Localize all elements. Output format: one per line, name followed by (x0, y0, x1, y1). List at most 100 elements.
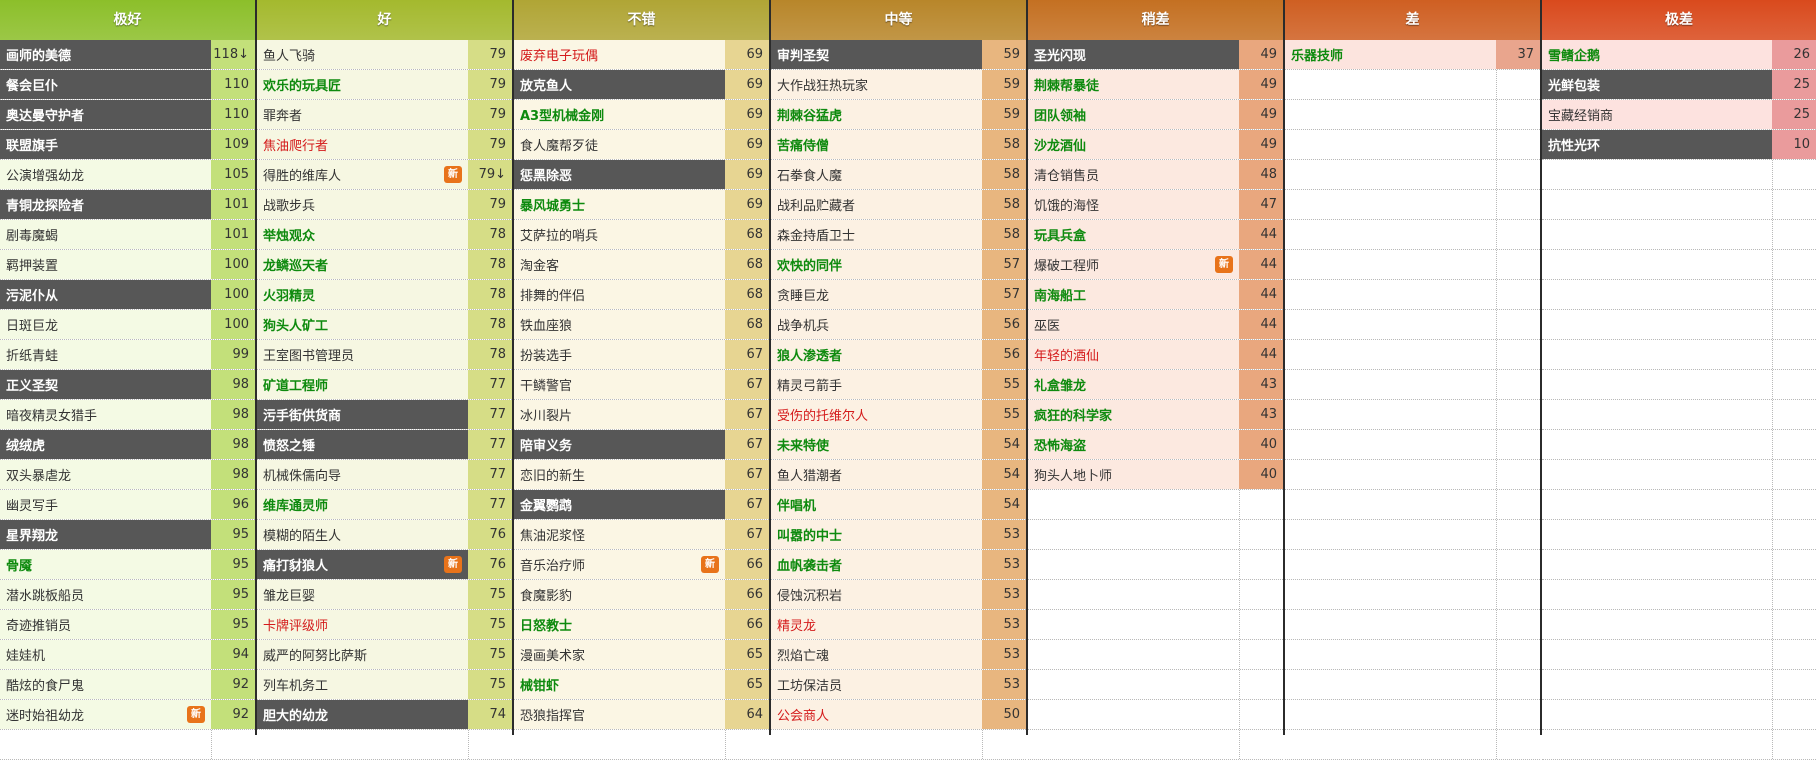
card-name-cell[interactable]: 机械侏儒向导 (257, 460, 468, 489)
card-name-cell[interactable]: 矿道工程师 (257, 370, 468, 399)
card-name[interactable]: 工坊保洁员 (777, 675, 842, 694)
card-name[interactable]: 恋旧的新生 (520, 465, 585, 484)
card-name[interactable]: 日斑巨龙 (6, 315, 58, 334)
card-name[interactable]: 侵蚀沉积岩 (777, 585, 842, 604)
card-name-cell[interactable]: 火羽精灵 (257, 280, 468, 309)
card-name-cell[interactable]: 巫医 (1028, 310, 1239, 339)
card-name-cell[interactable]: 苦痛侍僧 (771, 130, 982, 159)
card-name[interactable]: 矿道工程师 (263, 375, 328, 394)
card-name[interactable]: 鱼人飞骑 (263, 45, 315, 64)
card-name[interactable]: 荆棘谷猛虎 (777, 105, 842, 124)
card-row[interactable]: 抗性光环 10 (1542, 130, 1816, 160)
card-name[interactable]: 淘金客 (520, 255, 559, 274)
card-row[interactable]: 幽灵写手 96 (0, 490, 255, 520)
card-row[interactable]: 铁血座狼 68 (514, 310, 769, 340)
card-name-cell[interactable]: 饥饿的海怪 (1028, 190, 1239, 219)
card-row[interactable]: 械钳虾 65 (514, 670, 769, 700)
card-name[interactable]: 双头暴虐龙 (6, 465, 71, 484)
card-row[interactable]: 王室图书管理员 78 (257, 340, 512, 370)
card-name-cell[interactable]: 龙鳞巡天者 (257, 250, 468, 279)
card-name[interactable]: 干鳞警官 (520, 375, 572, 394)
card-row[interactable]: 沙龙酒仙 49 (1028, 130, 1283, 160)
card-row[interactable]: 受伤的托维尔人 55 (771, 400, 1026, 430)
card-name[interactable]: 欢快的同伴 (777, 255, 842, 274)
card-row[interactable]: 奥达曼守护者 110 (0, 100, 255, 130)
card-name[interactable]: 饥饿的海怪 (1034, 195, 1099, 214)
card-name-cell[interactable]: 公会商人 (771, 700, 982, 729)
card-name-cell[interactable]: 日怒教士 (514, 610, 725, 639)
card-name[interactable]: 战歌步兵 (263, 195, 315, 214)
card-name-cell[interactable]: 迷时始祖幼龙 新 (0, 700, 211, 729)
card-row[interactable]: 废弃电子玩偶 69 (514, 40, 769, 70)
card-name[interactable]: 宝藏经销商 (1548, 105, 1613, 124)
card-name[interactable]: 恐怖海盗 (1034, 435, 1086, 454)
card-name-cell[interactable]: 食魔影豹 (514, 580, 725, 609)
card-name[interactable]: 战争机兵 (777, 315, 829, 334)
card-name-cell[interactable]: 幽灵写手 (0, 490, 211, 519)
card-name[interactable]: 艾萨拉的哨兵 (520, 225, 598, 244)
card-row[interactable]: 圣光闪现 49 (1028, 40, 1283, 70)
card-row[interactable]: 陪审义务 67 (514, 430, 769, 460)
card-row[interactable]: 未来特使 54 (771, 430, 1026, 460)
card-row[interactable]: 疯狂的科学家 43 (1028, 400, 1283, 430)
card-name-cell[interactable]: 联盟旗手 (0, 130, 211, 159)
card-name-cell[interactable]: 光鲜包装 (1542, 70, 1772, 99)
tier-header[interactable]: 极好 (0, 0, 255, 40)
card-name-cell[interactable]: 娃娃机 (0, 640, 211, 669)
card-row[interactable]: 石拳食人魔 58 (771, 160, 1026, 190)
card-name[interactable]: 玩具兵盒 (1034, 225, 1086, 244)
card-row[interactable]: 贪睡巨龙 57 (771, 280, 1026, 310)
card-row[interactable]: 淘金客 68 (514, 250, 769, 280)
card-name[interactable]: 废弃电子玩偶 (520, 45, 598, 64)
card-name[interactable]: 正义圣契 (6, 375, 58, 394)
card-name[interactable]: 食魔影豹 (520, 585, 572, 604)
card-row[interactable]: 龙鳞巡天者 78 (257, 250, 512, 280)
card-name[interactable]: 得胜的维库人 (263, 165, 341, 184)
card-name[interactable]: 举烛观众 (263, 225, 315, 244)
card-name-cell[interactable]: 淘金客 (514, 250, 725, 279)
card-name[interactable]: 奥达曼守护者 (6, 105, 84, 124)
card-name[interactable]: 欢乐的玩具匠 (263, 75, 341, 94)
card-row[interactable]: 公演增强幼龙 105 (0, 160, 255, 190)
card-name[interactable]: 冰川裂片 (520, 405, 572, 424)
card-name[interactable]: 狼人渗透者 (777, 345, 842, 364)
card-row[interactable]: 苦痛侍僧 58 (771, 130, 1026, 160)
card-name[interactable]: 焦油爬行者 (263, 135, 328, 154)
card-name-cell[interactable]: 狗头人地卜师 (1028, 460, 1239, 489)
card-name[interactable]: 酷炫的食尸鬼 (6, 675, 84, 694)
card-name-cell[interactable]: 年轻的酒仙 (1028, 340, 1239, 369)
card-name-cell[interactable]: 骨魇 (0, 550, 211, 579)
card-row[interactable]: 联盟旗手 109 (0, 130, 255, 160)
card-row[interactable]: 音乐治疗师 新 66 (514, 550, 769, 580)
card-name[interactable]: 威严的阿努比萨斯 (263, 645, 367, 664)
tier-header[interactable]: 极差 (1542, 0, 1816, 40)
card-name-cell[interactable]: 焦油爬行者 (257, 130, 468, 159)
card-name[interactable]: 星界翔龙 (6, 525, 58, 544)
card-name-cell[interactable]: 公演增强幼龙 (0, 160, 211, 189)
card-name[interactable]: 娃娃机 (6, 645, 45, 664)
card-row[interactable]: 年轻的酒仙 44 (1028, 340, 1283, 370)
card-name-cell[interactable]: 废弃电子玩偶 (514, 40, 725, 69)
card-name-cell[interactable]: 痛打豺狼人 新 (257, 550, 468, 579)
card-name-cell[interactable]: 正义圣契 (0, 370, 211, 399)
card-name[interactable]: 暗夜精灵女猎手 (6, 405, 97, 424)
card-name[interactable]: 未来特使 (777, 435, 829, 454)
card-row[interactable]: 宝藏经销商 25 (1542, 100, 1816, 130)
card-row[interactable]: 爆破工程师 新 44 (1028, 250, 1283, 280)
card-row[interactable]: 干鳞警官 67 (514, 370, 769, 400)
card-name-cell[interactable]: 荆棘帮暴徒 (1028, 70, 1239, 99)
card-row[interactable]: 酷炫的食尸鬼 92 (0, 670, 255, 700)
card-name[interactable]: 绒绒虎 (6, 435, 45, 454)
card-name-cell[interactable]: 污手街供货商 (257, 400, 468, 429)
card-row[interactable]: 鱼人飞骑 79 (257, 40, 512, 70)
card-name-cell[interactable]: 王室图书管理员 (257, 340, 468, 369)
card-name-cell[interactable]: 金翼鹦鹉 (514, 490, 725, 519)
card-name-cell[interactable]: 玩具兵盒 (1028, 220, 1239, 249)
card-name-cell[interactable]: 日斑巨龙 (0, 310, 211, 339)
card-name-cell[interactable]: 罪奔者 (257, 100, 468, 129)
card-row[interactable]: 欢乐的玩具匠 79 (257, 70, 512, 100)
card-row[interactable]: 得胜的维库人 新 79↓ (257, 160, 512, 190)
card-row[interactable]: 暴风城勇士 69 (514, 190, 769, 220)
card-row[interactable]: 战利品贮藏者 58 (771, 190, 1026, 220)
card-name[interactable]: 荆棘帮暴徒 (1034, 75, 1099, 94)
